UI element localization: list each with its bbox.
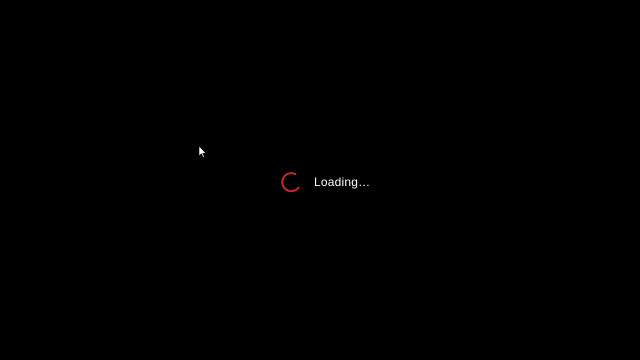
- spinner-icon: [281, 172, 300, 193]
- loading-screen: Loading…: [0, 0, 640, 360]
- loading-label: Loading…: [314, 175, 371, 189]
- loading-indicator: Loading…: [278, 170, 370, 194]
- mouse-pointer-icon: [199, 146, 207, 158]
